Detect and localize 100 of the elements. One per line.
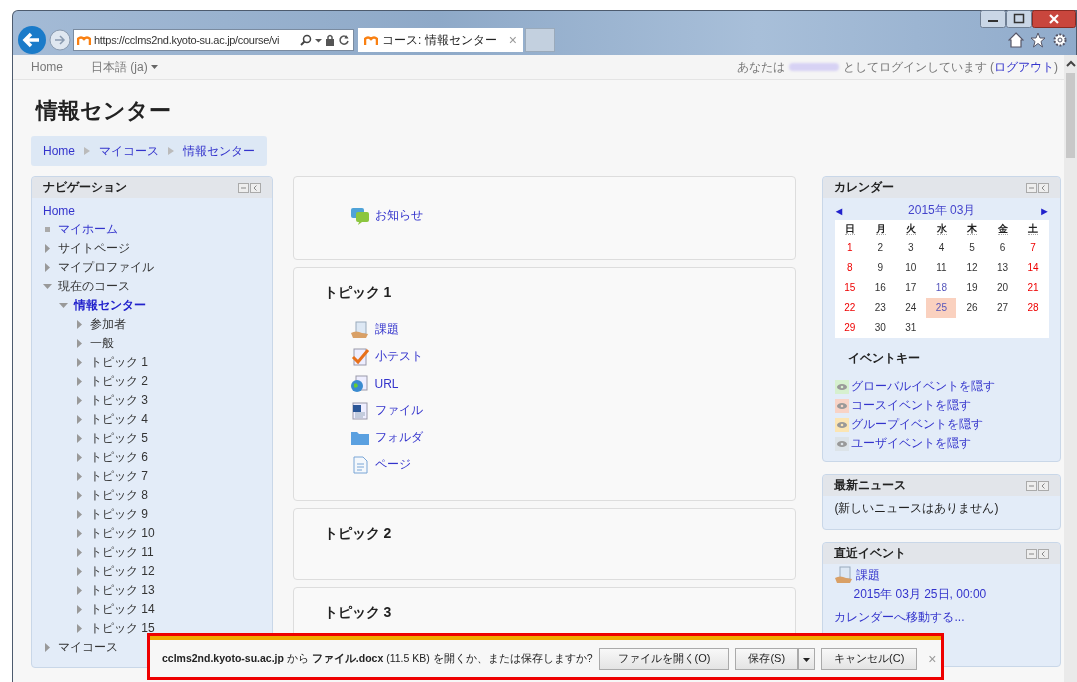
calendar-day[interactable]: 12 [957, 258, 987, 278]
home-link[interactable]: Home [31, 60, 63, 74]
event-date[interactable]: 2015年 03月 25日, 00:00 [853, 586, 1049, 603]
triangle-right-icon[interactable] [75, 358, 84, 367]
activity-link[interactable]: 課題 [374, 321, 399, 338]
event-key-link[interactable]: ユーザイベントを隠す [851, 435, 972, 452]
calendar-day[interactable]: 30 [865, 318, 896, 338]
triangle-right-icon[interactable] [75, 586, 84, 595]
calendar-day[interactable]: 7 [1018, 238, 1049, 258]
nav-item[interactable]: トピック 5 [90, 430, 148, 447]
next-month-button[interactable]: ► [1039, 204, 1050, 217]
nav-item[interactable]: 参加者 [90, 316, 126, 333]
minimize-window-icon[interactable] [980, 10, 1006, 28]
logout-link[interactable]: ログアウト [994, 58, 1054, 76]
scroll-up-icon[interactable] [1064, 59, 1077, 69]
maximize-window-icon[interactable] [1006, 10, 1032, 28]
calendar-day[interactable]: 31 [895, 318, 926, 338]
calendar-day[interactable]: 8 [834, 258, 865, 278]
star-icon[interactable] [1030, 32, 1046, 48]
calendar-day[interactable]: 17 [895, 278, 926, 298]
calendar-day[interactable]: 22 [834, 298, 865, 318]
language-menu[interactable]: 日本語 (ja) [91, 58, 158, 76]
previous-month-button[interactable]: ◄ [833, 204, 845, 217]
calendar-day[interactable]: 4 [926, 238, 957, 258]
minimize-icon[interactable] [237, 182, 249, 193]
triangle-right-icon[interactable] [75, 453, 84, 462]
nav-item[interactable]: トピック 8 [90, 487, 148, 504]
breadcrumb-link[interactable]: マイコース [99, 142, 159, 160]
nav-item[interactable]: Home [43, 203, 75, 218]
nav-item[interactable]: トピック 14 [90, 601, 155, 618]
calendar-day[interactable]: 2 [865, 238, 896, 258]
breadcrumb-link[interactable]: Home [43, 144, 75, 158]
calendar-day[interactable]: 13 [987, 258, 1018, 278]
triangle-right-icon[interactable] [43, 263, 52, 272]
calendar-day[interactable]: 28 [1018, 298, 1049, 318]
calendar-day[interactable]: 9 [865, 258, 896, 278]
activity-link[interactable]: ファイル [374, 402, 423, 419]
open-file-button[interactable]: ファイルを開く(O) [598, 647, 730, 670]
calendar-day[interactable]: 11 [926, 258, 957, 278]
eye-icon[interactable] [835, 417, 850, 432]
calendar-day[interactable]: 14 [1018, 258, 1049, 278]
cancel-button[interactable]: キャンセル(C) [821, 647, 918, 670]
event-link[interactable]: 課題 [856, 566, 881, 584]
calendar-day[interactable]: 21 [1018, 278, 1049, 298]
event-key-link[interactable]: コースイベントを隠す [851, 397, 972, 414]
calendar-day[interactable]: 29 [834, 318, 865, 338]
triangle-right-icon[interactable] [75, 415, 84, 424]
nav-item[interactable]: トピック 2 [90, 373, 148, 390]
minimize-icon[interactable] [1026, 480, 1037, 491]
calendar-day[interactable]: 27 [987, 298, 1018, 318]
forward-button-icon[interactable] [49, 29, 71, 51]
triangle-right-icon[interactable] [75, 434, 84, 443]
dock-icon[interactable] [1038, 548, 1049, 559]
calendar-day[interactable]: 3 [895, 238, 926, 258]
triangle-right-icon[interactable] [75, 396, 84, 405]
nav-item[interactable]: トピック 11 [90, 544, 154, 561]
eye-icon[interactable] [835, 379, 850, 394]
calendar-day[interactable]: 15 [834, 278, 865, 298]
triangle-right-icon[interactable] [75, 491, 84, 500]
nav-item[interactable]: トピック 13 [90, 582, 155, 599]
calendar-link[interactable]: カレンダーへ移動する... [834, 609, 965, 626]
address-bar[interactable]: https://cclms2nd.kyoto-su.ac.jp/course/vi [73, 29, 354, 51]
calendar-day[interactable]: 16 [865, 278, 896, 298]
activity-link[interactable]: 小テスト [374, 348, 423, 365]
nav-item[interactable]: トピック 6 [90, 449, 148, 466]
save-options-button[interactable] [798, 647, 816, 670]
activity-link[interactable]: フォルダ [374, 429, 423, 446]
triangle-down-icon[interactable] [59, 301, 68, 310]
nav-item[interactable]: トピック 10 [90, 525, 155, 542]
triangle-right-icon[interactable] [75, 472, 84, 481]
settings-icon[interactable] [1052, 32, 1068, 48]
dock-icon[interactable] [249, 182, 261, 193]
eye-icon[interactable] [835, 398, 850, 413]
nav-item[interactable]: マイコース [58, 639, 118, 656]
calendar-day[interactable]: 1 [834, 238, 865, 258]
triangle-right-icon[interactable] [75, 624, 84, 633]
event-key-link[interactable]: グループイベントを隠す [851, 416, 984, 433]
triangle-right-icon[interactable] [75, 510, 84, 519]
nav-item[interactable]: トピック 12 [90, 563, 155, 580]
calendar-day[interactable]: 20 [987, 278, 1018, 298]
triangle-right-icon[interactable] [43, 244, 52, 253]
new-tab-button[interactable] [525, 28, 555, 52]
month-title[interactable]: 2015年 03月 [908, 202, 976, 219]
nav-item[interactable]: トピック 7 [90, 468, 148, 485]
close-window-icon[interactable] [1032, 10, 1076, 28]
save-button[interactable]: 保存(S) [735, 647, 799, 670]
breadcrumb-link[interactable]: 情報センター [183, 142, 255, 160]
calendar-day[interactable]: 6 [987, 238, 1018, 258]
activity-link[interactable]: URL [374, 376, 399, 391]
nav-item[interactable]: トピック 1 [90, 354, 148, 371]
nav-item[interactable]: トピック 15 [90, 620, 155, 637]
back-button-icon[interactable] [17, 25, 47, 55]
calendar-day[interactable]: 10 [895, 258, 926, 278]
home-icon[interactable] [1008, 32, 1024, 48]
calendar-day[interactable]: 24 [895, 298, 926, 318]
nav-item[interactable]: トピック 9 [90, 506, 148, 523]
nav-item[interactable]: トピック 3 [90, 392, 148, 409]
nav-item[interactable]: マイプロファイル [58, 259, 154, 276]
calendar-day[interactable]: 26 [957, 298, 987, 318]
calendar-day[interactable]: 18 [926, 278, 957, 298]
